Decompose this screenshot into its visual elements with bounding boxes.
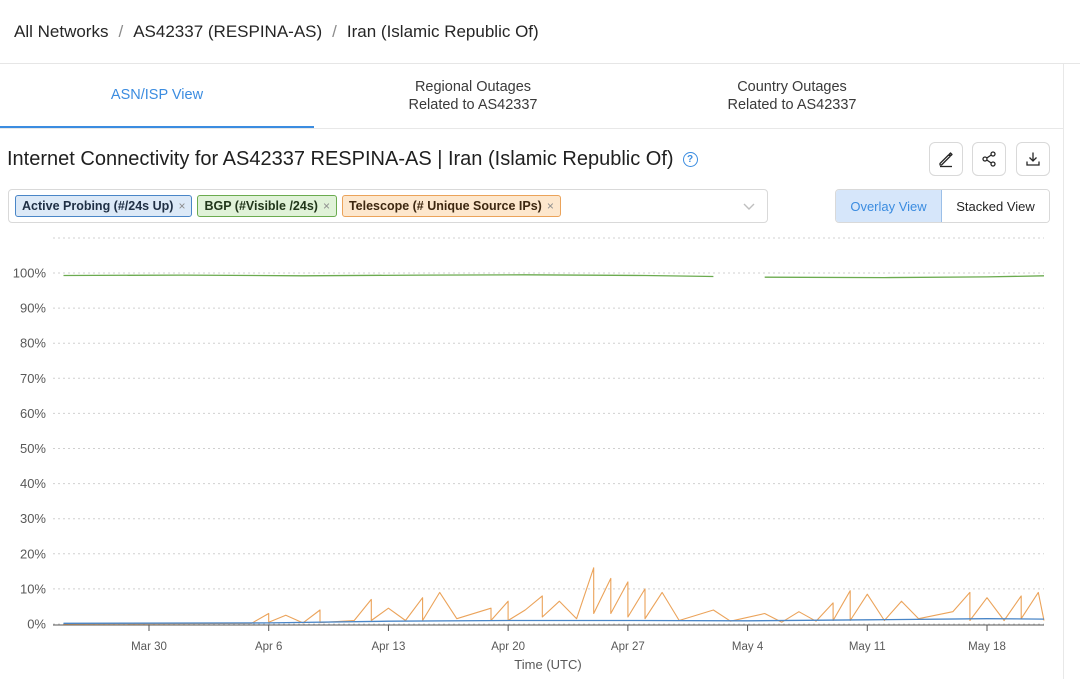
tag-active-probing: Active Probing (#/24s Up) ×	[15, 195, 193, 217]
tab-country-outages[interactable]: Country Outages Related to AS42337	[632, 64, 952, 128]
view-mode-toggle: Overlay View Stacked View	[835, 189, 1050, 223]
edit-icon	[939, 152, 953, 168]
tag-telescope: Telescope (# Unique Source IPs) ×	[341, 195, 561, 217]
tag-label: BGP (#Visible /24s)	[204, 199, 318, 213]
tab-label: Country Outages Related to AS42337	[727, 79, 857, 113]
y-tick-label: 40%	[20, 476, 46, 491]
remove-tag-icon[interactable]: ×	[547, 199, 554, 213]
x-tick-label: Mar 30	[131, 641, 167, 653]
breadcrumb-separator: /	[332, 21, 337, 41]
chart-series	[63, 274, 1045, 625]
x-tick-label: Apr 13	[371, 641, 405, 653]
x-tick-label: Apr 6	[255, 641, 283, 653]
share-button[interactable]	[972, 142, 1006, 176]
y-tick-label: 0%	[27, 617, 46, 632]
x-axis-title: Time (UTC)	[514, 657, 581, 672]
y-tick-label: 90%	[20, 301, 46, 316]
tab-regional-outages[interactable]: Regional Outages Related to AS42337	[314, 64, 632, 128]
breadcrumb-separator: /	[118, 21, 124, 41]
view-tabs: ASN/ISP View Regional Outages Related to…	[0, 64, 1064, 129]
share-icon	[982, 151, 996, 167]
y-tick-label: 100%	[13, 266, 47, 281]
x-tick-label: Apr 20	[491, 641, 525, 653]
download-icon	[1026, 152, 1040, 166]
tag-bgp: BGP (#Visible /24s) ×	[197, 195, 337, 217]
y-tick-label: 80%	[20, 336, 46, 351]
x-tick-label: May 11	[849, 641, 886, 653]
series-line-telescope[interactable]	[63, 567, 1045, 625]
x-tick-label: May 4	[732, 641, 764, 653]
x-tick-label: Apr 27	[611, 641, 645, 653]
help-icon[interactable]: ?	[682, 151, 698, 167]
connectivity-panel: ASN/ISP View Regional Outages Related to…	[0, 64, 1064, 679]
series-line-active[interactable]	[63, 618, 1045, 624]
tag-label: Telescope (# Unique Source IPs)	[348, 199, 542, 213]
y-tick-label: 30%	[20, 511, 46, 526]
y-tick-label: 20%	[20, 546, 46, 561]
overlay-view-button[interactable]: Overlay View	[836, 190, 942, 222]
connectivity-chart: 0% 10% 20% 30% 40% 50% 60% 70% 80% 90% 100% Mar 30…	[13, 237, 1045, 672]
y-tick-label: 70%	[20, 371, 46, 386]
breadcrumb: All Networks / AS42337 (RESPINA-AS) / Ir…	[0, 0, 1080, 64]
edit-button[interactable]	[929, 142, 963, 176]
tab-label: ASN/ISP View	[110, 87, 204, 103]
series-line-bgp[interactable]	[63, 274, 1045, 279]
remove-tag-icon[interactable]: ×	[178, 199, 185, 213]
chart-title-row: Internet Connectivity for AS42337 RESPIN…	[7, 144, 698, 174]
x-axis: Mar 30 Apr 6 Apr 13 Apr 20 Apr 27 May 4 May 11…	[131, 625, 1006, 653]
breadcrumb-all-networks[interactable]: All Networks	[14, 22, 108, 42]
stacked-view-button[interactable]: Stacked View	[942, 190, 1049, 222]
remove-tag-icon[interactable]: ×	[323, 199, 330, 213]
x-tick-label: May 18	[968, 641, 1006, 653]
chart-title: Internet Connectivity for AS42337 RESPIN…	[7, 147, 674, 170]
y-tick-label: 60%	[20, 406, 46, 421]
download-button[interactable]	[1016, 142, 1050, 176]
chart-grid	[53, 237, 1044, 626]
breadcrumb-asn[interactable]: AS42337 (RESPINA-AS)	[133, 22, 322, 42]
data-source-select[interactable]: Active Probing (#/24s Up) × BGP (#Visibl…	[8, 189, 768, 223]
y-tick-label: 50%	[20, 441, 46, 456]
chevron-down-icon[interactable]	[743, 200, 755, 214]
y-axis: 0% 10% 20% 30% 40% 50% 60% 70% 80% 90% 100%	[13, 266, 47, 632]
breadcrumb-country: Iran (Islamic Republic Of)	[346, 21, 539, 41]
y-tick-label: 10%	[20, 581, 46, 596]
tab-label: Regional Outages Related to AS42337	[408, 79, 538, 113]
tab-asn-isp-view[interactable]: ASN/ISP View	[0, 64, 314, 128]
tag-label: Active Probing (#/24s Up)	[22, 199, 174, 213]
